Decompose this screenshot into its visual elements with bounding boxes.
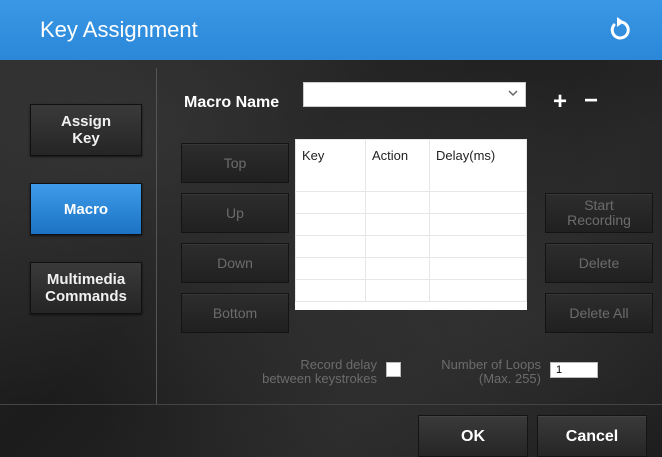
delete-all-button[interactable]: Delete All [545, 293, 653, 333]
macro-name-select[interactable] [303, 82, 526, 107]
title-bar: Key Assignment [0, 0, 662, 60]
column-header-delay: Delay(ms) [429, 139, 527, 192]
delete-button[interactable]: Delete [545, 243, 653, 283]
table-row[interactable] [295, 235, 527, 258]
remove-macro-button[interactable]: − [584, 89, 598, 113]
sidebar: Assign Key Macro Multimedia Commands [14, 68, 157, 404]
table-row[interactable] [295, 191, 527, 214]
start-recording-button[interactable]: Start Recording [545, 193, 653, 233]
ok-button[interactable]: OK [418, 415, 528, 457]
table-row[interactable] [295, 257, 527, 280]
column-header-key: Key [295, 139, 366, 192]
window-title: Key Assignment [40, 17, 198, 42]
loops-label: Number of Loops (Max. 255) [441, 357, 541, 386]
cancel-button[interactable]: Cancel [537, 415, 647, 457]
sidebar-item-macro[interactable]: Macro [30, 183, 142, 235]
move-down-button[interactable]: Down [181, 243, 289, 283]
record-delay-checkbox[interactable] [386, 362, 401, 377]
move-up-button[interactable]: Up [181, 193, 289, 233]
sidebar-item-assign-key[interactable]: Assign Key [30, 104, 142, 156]
record-delay-label: Record delay between keystrokes [262, 357, 377, 386]
footer-divider [0, 404, 662, 405]
table-row[interactable] [295, 213, 527, 236]
move-top-button[interactable]: Top [181, 143, 289, 183]
macro-name-label: Macro Name [184, 94, 280, 111]
sidebar-item-multimedia-commands[interactable]: Multimedia Commands [30, 262, 142, 314]
macro-table[interactable]: Key Action Delay(ms) [295, 139, 527, 310]
table-row[interactable] [295, 279, 527, 302]
loops-input[interactable]: 1 [550, 362, 598, 378]
column-header-action: Action [365, 139, 430, 192]
refresh-icon[interactable] [606, 16, 634, 44]
move-bottom-button[interactable]: Bottom [181, 293, 289, 333]
key-assignment-window: Key Assignment Assign Key Macro Multimed… [0, 0, 662, 457]
chevron-down-icon [508, 90, 518, 97]
add-macro-button[interactable]: + [553, 90, 567, 114]
